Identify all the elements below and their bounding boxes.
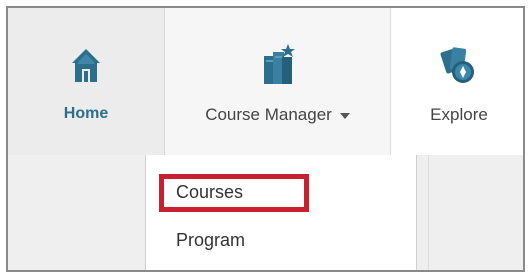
top-navigation: Home Course Manager Explore bbox=[8, 8, 523, 155]
course-manager-dropdown: Courses Program bbox=[145, 155, 417, 270]
nav-explore[interactable]: Explore bbox=[391, 8, 523, 155]
dropdown-item-program[interactable]: Program bbox=[176, 230, 245, 251]
course-manager-text: Course Manager bbox=[205, 105, 332, 124]
explore-icon bbox=[439, 44, 479, 91]
content-divider bbox=[428, 155, 429, 270]
book-stack-icon bbox=[260, 44, 296, 91]
nav-course-manager[interactable]: Course Manager bbox=[165, 8, 391, 155]
nav-home-label: Home bbox=[63, 105, 109, 122]
nav-course-manager-label: Course Manager bbox=[165, 105, 390, 125]
chevron-down-icon[interactable] bbox=[339, 112, 350, 119]
dropdown-item-courses[interactable]: Courses bbox=[176, 182, 243, 203]
home-icon bbox=[71, 48, 101, 89]
nav-explore-label: Explore bbox=[430, 105, 488, 124]
nav-home[interactable]: Home bbox=[8, 8, 165, 155]
window-frame: Home Course Manager Explore Courses Prog… bbox=[6, 6, 525, 272]
